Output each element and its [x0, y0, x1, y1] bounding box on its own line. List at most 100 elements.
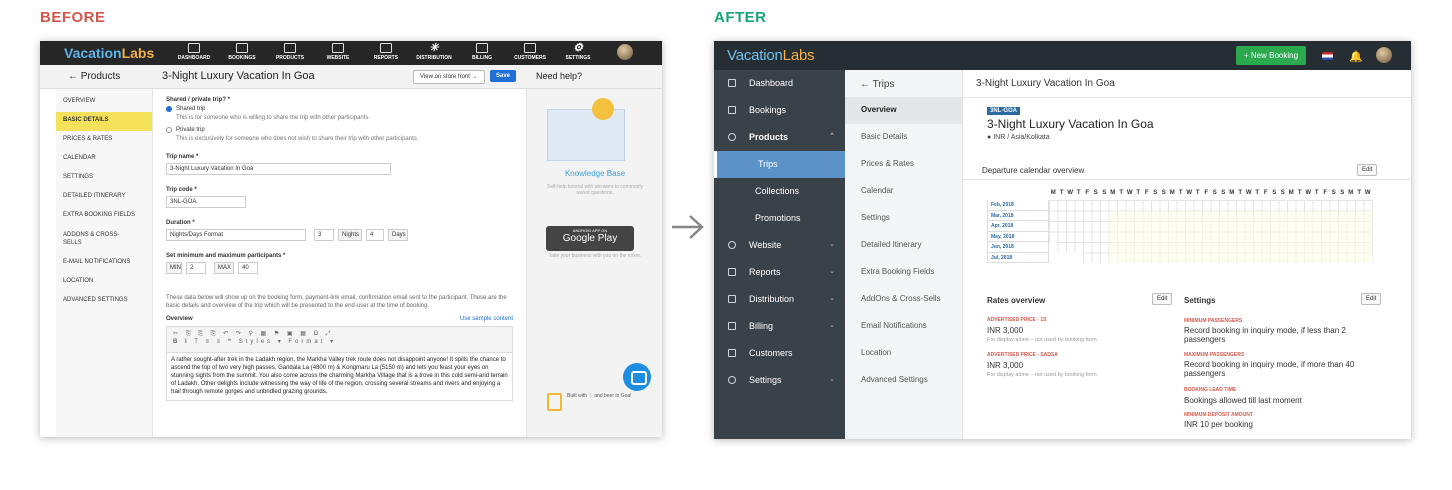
days-label: Days: [388, 229, 408, 241]
subnav-calendar[interactable]: Calendar: [845, 178, 963, 205]
duration-format-select[interactable]: Nights/Days Format: [166, 229, 306, 241]
subnav-itinerary[interactable]: Detailed Itinerary: [845, 232, 963, 259]
billing-icon: [728, 322, 736, 330]
nav-distribution[interactable]: ✳ DISTRIBUTION: [410, 41, 458, 65]
shared-radio[interactable]: Shared trip: [166, 106, 513, 112]
trip-code-input[interactable]: 3NL-GOA: [166, 196, 246, 208]
knowledge-base-link[interactable]: Knowledge Base: [527, 169, 662, 178]
sidebar-item-collections[interactable]: Collections: [714, 178, 845, 205]
sidebar-item-prices[interactable]: PRICES & RATES: [56, 131, 152, 150]
sidebar-item-itinerary[interactable]: DETAILED ITINERARY: [56, 188, 152, 207]
calendar-month[interactable]: May, 2018: [987, 231, 1049, 242]
new-booking-button[interactable]: + New Booking: [1236, 46, 1307, 65]
sidebar-item-dashboard[interactable]: Dashboard: [714, 70, 845, 97]
sidebar-item-advanced[interactable]: ADVANCED SETTINGS: [56, 292, 152, 311]
subnav-addons[interactable]: AddOns & Cross-Sells: [845, 286, 963, 313]
sidebar-item-billing[interactable]: Billing ⌄: [714, 313, 845, 340]
bookings-icon: [728, 106, 736, 114]
subnav-prices[interactable]: Prices & Rates: [845, 151, 963, 178]
subnav-location[interactable]: Location: [845, 340, 963, 367]
customers-icon: [728, 349, 736, 357]
sidebar-item-settings[interactable]: Settings ⌄: [714, 367, 845, 394]
google-play-badge[interactable]: ANDROID APP ON Google Play: [546, 226, 634, 251]
price-note-1s: For display alone – not used by booking …: [987, 337, 1097, 343]
sidebar-item-overview[interactable]: OVERVIEW: [56, 93, 152, 112]
day-letter: T: [1076, 190, 1081, 196]
sidebar-item-products[interactable]: Products ⌃: [714, 124, 845, 151]
nav-customers[interactable]: CUSTOMERS: [506, 41, 554, 65]
days-input[interactable]: 4: [366, 229, 384, 241]
help-title: Need help?: [536, 71, 583, 81]
editor-toolbar[interactable]: ✂ ⎘ ⎘ ⎘ ↶ ↷ ⚲ ▦ ⚑ ▣ ▦ Ω ⤢ B I T ≡ ≡ ❝ Sty…: [166, 326, 513, 353]
subnav-overview[interactable]: Overview: [845, 97, 963, 124]
sidebar-item-settings[interactable]: SETTINGS: [56, 169, 152, 188]
sidebar-item-calendar[interactable]: CALENDAR: [56, 150, 152, 169]
sidebar-item-basic-details[interactable]: BASIC DETAILS: [56, 112, 152, 131]
nav-billing[interactable]: BILLING: [458, 41, 506, 65]
nav-settings[interactable]: ⚙ SETTINGS: [554, 41, 602, 65]
logo[interactable]: VacationLabs: [727, 47, 815, 64]
sidebar-item-notifications[interactable]: E-MAIL NOTIFICATIONS: [56, 254, 152, 273]
view-store-button[interactable]: View on store front →: [413, 70, 485, 84]
day-letter: T: [1357, 190, 1362, 196]
min-input[interactable]: 2: [186, 262, 206, 274]
settings-edit-button[interactable]: Edit: [1361, 293, 1382, 305]
subnav-advanced[interactable]: Advanced Settings: [845, 367, 963, 394]
overview-editor[interactable]: A rather sought-after trek in the Ladakh…: [166, 353, 513, 401]
calendar-edit-button[interactable]: Edit: [1357, 164, 1378, 176]
subnav-basic-details[interactable]: Basic Details: [845, 124, 963, 151]
min-pass-label: MINIMUM PASSENGERS: [1184, 318, 1243, 324]
calendar-month[interactable]: Apr, 2018: [987, 221, 1049, 232]
main-content: 3-Night Luxury Vacation In Goa 3NL-GOA 3…: [963, 70, 1411, 439]
calendar-month[interactable]: Jun, 2018: [987, 242, 1049, 253]
day-letter: S: [1093, 190, 1098, 196]
sidebar-item-customers[interactable]: Customers: [714, 340, 845, 367]
flag-icon[interactable]: [1322, 52, 1333, 60]
chat-icon[interactable]: [623, 363, 651, 391]
chevron-down-icon: ⌄: [829, 376, 835, 383]
sidebar-item-distribution[interactable]: Distribution ⌄: [714, 286, 845, 313]
day-letter: T: [1297, 190, 1302, 196]
sidebar-item-reports[interactable]: Reports ⌄: [714, 259, 845, 286]
day-letter: T: [1238, 190, 1243, 196]
price-label-1s: ADVERTISED PRICE - 1S: [987, 317, 1047, 323]
max-pass-label: MAXIMUM PASSENGERS: [1184, 352, 1245, 358]
calendar-month[interactable]: Feb, 2018: [987, 200, 1049, 211]
subnav-settings[interactable]: Settings: [845, 205, 963, 232]
sidebar-item-location[interactable]: LOCATION: [56, 273, 152, 292]
sidebar-item-extra-fields[interactable]: EXTRA BOOKING FIELDS: [56, 207, 152, 226]
nav-bookings[interactable]: BOOKINGS: [218, 41, 266, 65]
logo[interactable]: VacationLabs: [64, 45, 154, 61]
rates-edit-button[interactable]: Edit: [1152, 293, 1173, 305]
trip-name: 3-Night Luxury Vacation In Goa: [987, 117, 1154, 131]
back-link[interactable]: ← Products: [68, 71, 120, 82]
day-letter: T: [1195, 190, 1200, 196]
nights-input[interactable]: 3: [314, 229, 334, 241]
sidebar-item-trips[interactable]: Trips: [714, 151, 845, 178]
format-dropdown[interactable]: Format: [288, 339, 325, 345]
save-button[interactable]: Save: [490, 70, 517, 82]
avatar[interactable]: [1376, 47, 1392, 63]
calendar-month[interactable]: Mar, 2018: [987, 210, 1049, 221]
nav-dashboard[interactable]: DASHBOARD: [170, 41, 218, 65]
sidebar-item-promotions[interactable]: Promotions: [714, 205, 845, 232]
styles-dropdown[interactable]: Styles: [239, 339, 273, 345]
day-letter: M: [1348, 190, 1354, 196]
trip-name-input[interactable]: 3-Night Luxury Vacation In Goa: [166, 163, 391, 175]
subnav-notifications[interactable]: Email Notifications: [845, 313, 963, 340]
max-input[interactable]: 40: [238, 262, 258, 274]
back-link[interactable]: ← Trips: [860, 79, 894, 90]
bell-icon[interactable]: 🔔: [1349, 50, 1363, 63]
subnav-extra-fields[interactable]: Extra Booking Fields: [845, 259, 963, 286]
nav-products[interactable]: PRODUCTS: [266, 41, 314, 65]
avatar[interactable]: [617, 44, 633, 60]
nav-website[interactable]: WEBSITE: [314, 41, 362, 65]
sample-content-link[interactable]: Use sample content: [460, 316, 513, 322]
calendar-month[interactable]: Jul, 2018: [987, 252, 1049, 263]
sidebar-item-bookings[interactable]: Bookings: [714, 97, 845, 124]
sidebar-item-website[interactable]: Website ⌄: [714, 232, 845, 259]
nav-reports[interactable]: REPORTS: [362, 41, 410, 65]
nights-label: Nights: [338, 229, 362, 241]
sidebar-item-addons[interactable]: ADDONS & CROSS-SELLS: [56, 226, 152, 254]
private-radio[interactable]: Private trip: [166, 127, 513, 133]
